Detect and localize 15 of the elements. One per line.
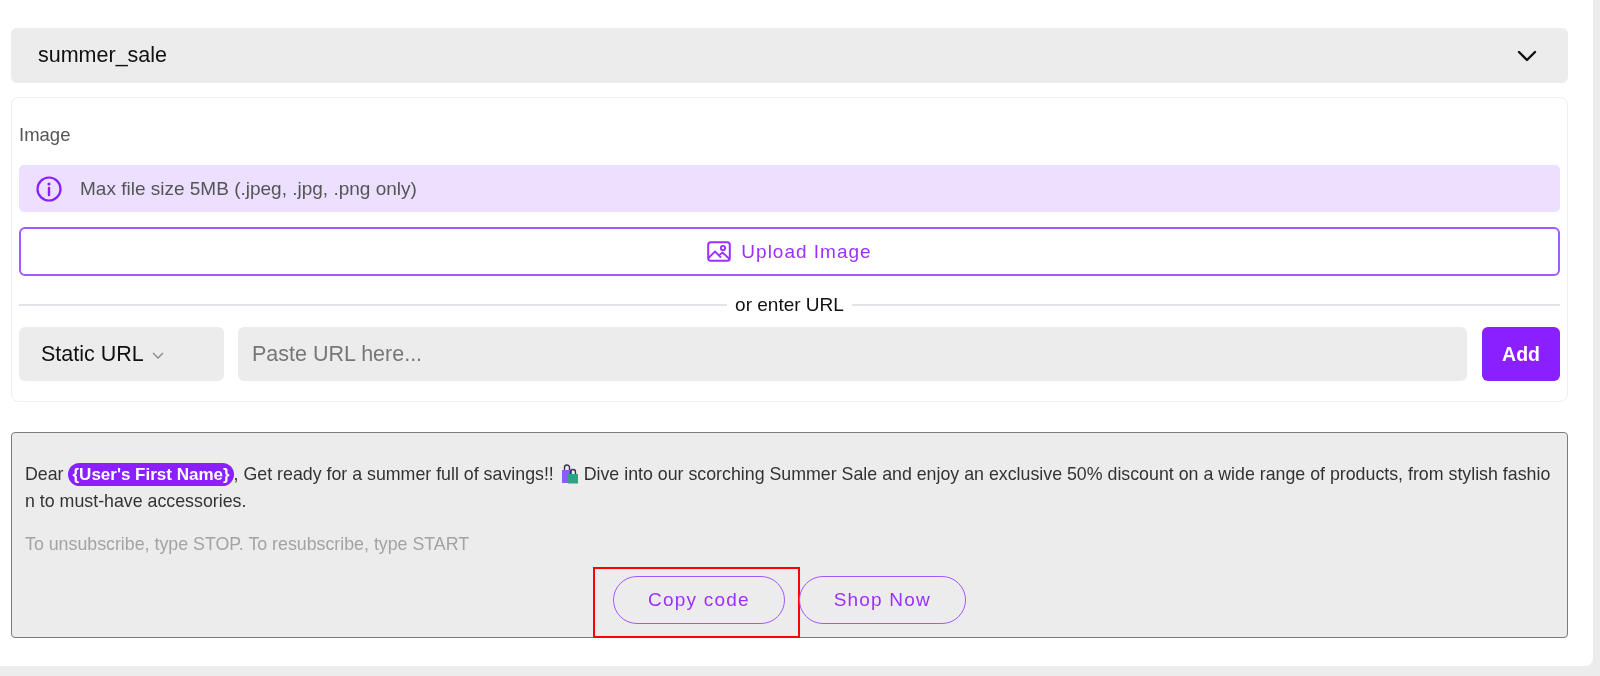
section-label: Image: [19, 124, 71, 146]
add-button[interactable]: Add: [1482, 327, 1560, 381]
message-text: Dear {User's First Name} , Get ready for a summer full of savings!! Dive into our scorching Summer Sale and enjoy an exclusive 50% discount on a wide range of products, from stylish fashion to must-have accessories.: [25, 462, 1552, 513]
info-text: Max file size 5MB (.jpeg, .jpg, .png only): [80, 177, 417, 200]
unsubscribe-note: To unsubscribe, type STOP. To resubscribe, type START: [25, 534, 470, 554]
variable-chip: {User's First Name}: [68, 463, 234, 486]
chevron-down-icon: [151, 351, 164, 359]
image-icon: [707, 241, 732, 262]
chevron-down-icon: [1517, 49, 1537, 62]
info-icon: [36, 175, 62, 202]
template-dropdown[interactable]: summer_sale: [11, 28, 1568, 83]
divider-label: or enter URL: [735, 294, 844, 316]
upload-image-button[interactable]: Upload Image: [19, 227, 1560, 276]
url-input[interactable]: Paste URL here...: [238, 327, 1467, 381]
url-type-dropdown[interactable]: Static URL: [19, 327, 224, 381]
